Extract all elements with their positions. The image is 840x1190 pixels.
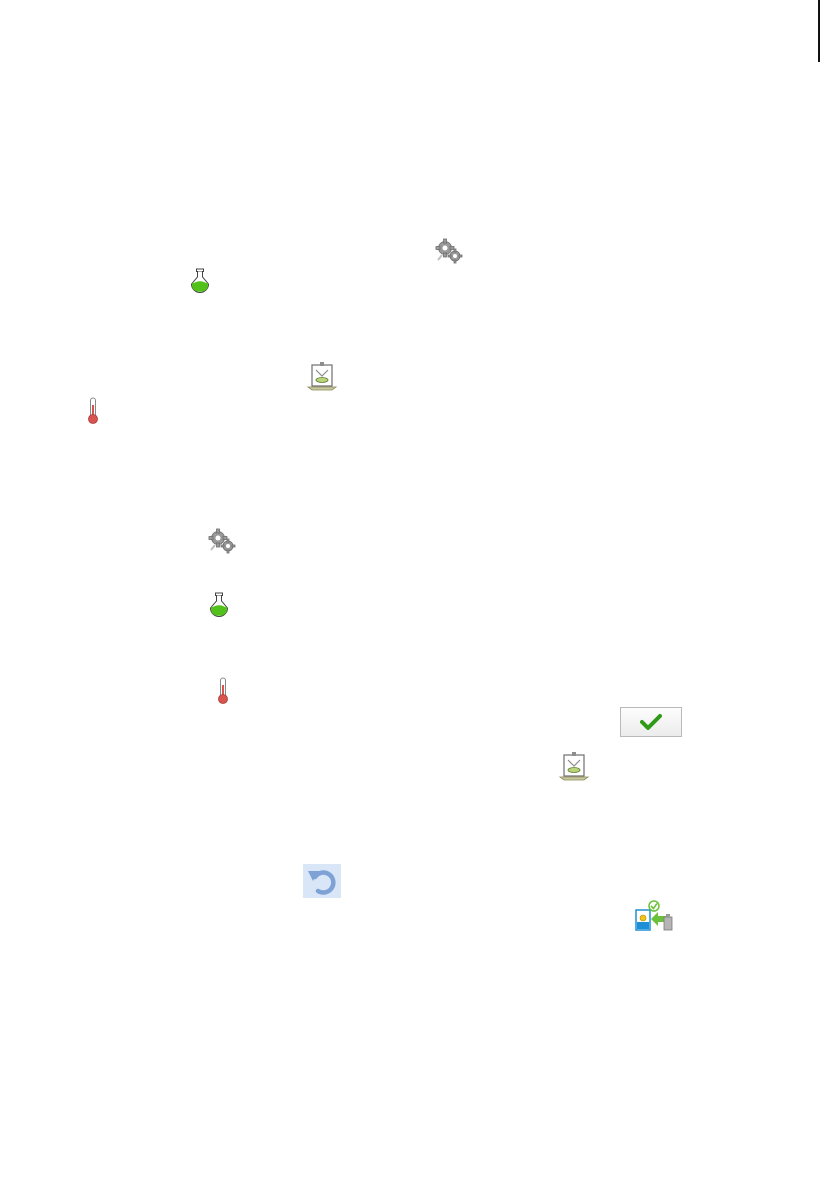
undo-icon bbox=[306, 867, 338, 895]
calibration-icon bbox=[306, 360, 338, 392]
thermometer-icon bbox=[216, 677, 230, 705]
checkmark-icon bbox=[640, 713, 662, 731]
export-icon[interactable] bbox=[634, 900, 674, 932]
thermometer-icon bbox=[86, 397, 100, 425]
calibration-icon bbox=[558, 750, 590, 782]
undo-button[interactable] bbox=[303, 864, 341, 898]
gear-icon bbox=[208, 528, 236, 554]
flask-icon bbox=[208, 592, 230, 617]
confirm-button[interactable] bbox=[620, 707, 682, 737]
gear-icon bbox=[435, 238, 463, 264]
flask-icon bbox=[189, 268, 211, 293]
page-edge-line bbox=[818, 0, 820, 62]
